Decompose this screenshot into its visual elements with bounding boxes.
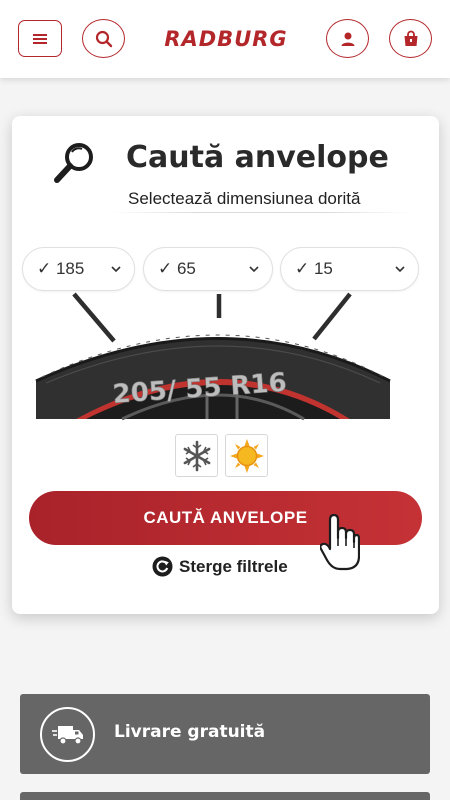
free-delivery-label: Livrare gratuită bbox=[114, 722, 266, 742]
height-select-value: ✓ 65 bbox=[158, 259, 196, 278]
free-delivery-banner: Livrare gratuită bbox=[20, 694, 430, 774]
magnifier-icon bbox=[54, 143, 93, 183]
width-select-value: ✓ 185 bbox=[37, 259, 85, 278]
reset-icon bbox=[152, 556, 173, 577]
menu-button[interactable] bbox=[18, 20, 62, 57]
clear-filters-label: Sterge filtrele bbox=[179, 556, 288, 576]
height-select[interactable]: ✓ 65 bbox=[143, 247, 273, 291]
delivery-truck-icon bbox=[51, 725, 83, 745]
tire-size-illustration: 205/ 55 R16 bbox=[35, 292, 391, 421]
diameter-select[interactable]: ✓ 15 bbox=[280, 247, 419, 291]
search-title: Caută anvelope bbox=[126, 140, 389, 175]
diameter-select-value: ✓ 15 bbox=[295, 259, 333, 278]
search-icon bbox=[95, 30, 112, 47]
search-subtitle: Selectează dimensiunea dorită bbox=[128, 189, 361, 208]
summer-season-toggle[interactable] bbox=[225, 434, 268, 477]
feature-icon-circle bbox=[40, 707, 95, 762]
account-button[interactable] bbox=[326, 19, 369, 58]
cart-button[interactable] bbox=[389, 19, 432, 58]
pointer-hand-icon bbox=[320, 513, 360, 571]
snowflake-icon bbox=[183, 440, 210, 471]
search-button[interactable] bbox=[82, 19, 125, 58]
site-header: RADBURG bbox=[0, 0, 450, 78]
feature-banner bbox=[20, 792, 430, 800]
user-icon bbox=[341, 32, 354, 46]
sun-icon bbox=[229, 438, 264, 473]
subtitle-divider bbox=[112, 212, 412, 213]
tire-search-card: Caută anvelope Selectează dimensiunea do… bbox=[12, 116, 439, 614]
width-select[interactable]: ✓ 185 bbox=[22, 247, 135, 291]
chevron-down-icon bbox=[249, 266, 259, 273]
chevron-down-icon bbox=[111, 266, 121, 273]
radburg-logo[interactable]: RADBURG bbox=[140, 22, 312, 56]
menu-icon bbox=[33, 33, 47, 44]
shopping-bag-icon bbox=[404, 30, 417, 46]
winter-season-toggle[interactable] bbox=[175, 434, 218, 477]
clear-filters-button[interactable]: Sterge filtrele bbox=[152, 556, 288, 577]
search-tires-button[interactable]: CAUTĂ ANVELOPE bbox=[29, 491, 422, 545]
chevron-down-icon bbox=[395, 266, 405, 273]
